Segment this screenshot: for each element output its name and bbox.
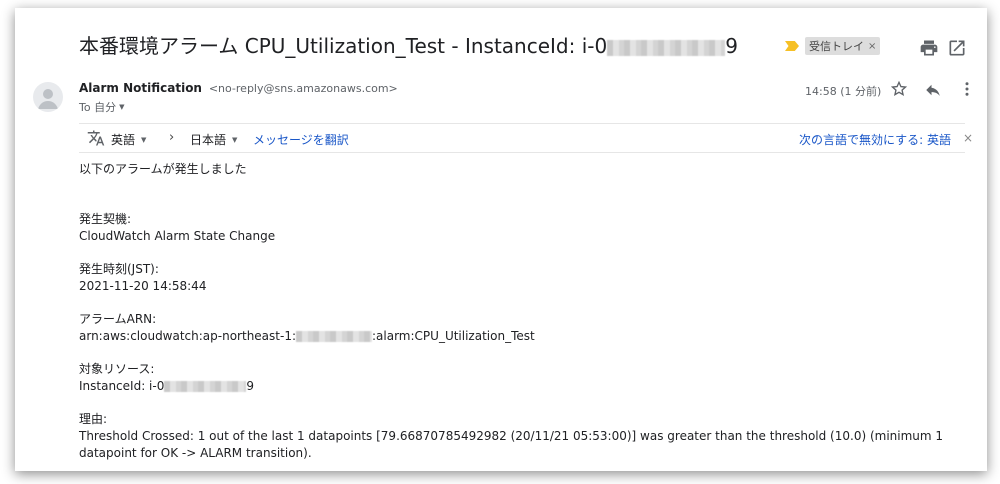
arn-label: アラームARN: xyxy=(79,312,157,326)
recipient-details-toggle[interactable]: To 自分 ▼ xyxy=(79,99,124,115)
trigger-value: CloudWatch Alarm State Change xyxy=(79,229,276,243)
body-intro: 以下のアラームが発生しました xyxy=(79,162,247,176)
sender-line: Alarm Notification <no-reply@sns.amazona… xyxy=(79,81,398,95)
open-in-new-window-icon[interactable] xyxy=(947,38,967,58)
translate-bar: 英語 ▼ › 日本語 ▼ メッセージを翻訳 次の言語で無効にする: 英語 × xyxy=(79,123,973,153)
trigger-label: 発生契機: xyxy=(79,212,132,226)
instance-suffix: 9 xyxy=(246,379,254,393)
email-window: 本番環境アラーム CPU_Utilization_Test - Instance… xyxy=(15,8,987,471)
inbox-label-chip[interactable]: 受信トレイ × xyxy=(805,37,881,55)
sender-avatar-icon xyxy=(33,82,63,112)
chevron-down-icon: ▼ xyxy=(141,135,147,144)
close-icon[interactable]: × xyxy=(963,131,973,145)
reply-icon[interactable] xyxy=(924,81,942,99)
email-body: 以下のアラームが発生しました 発生契機: CloudWatch Alarm St… xyxy=(79,161,959,462)
email-subject: 本番環境アラーム CPU_Utilization_Test - Instance… xyxy=(79,30,738,59)
reason-label: 理由: xyxy=(79,412,108,426)
label-area: 受信トレイ × xyxy=(785,37,881,55)
subject-suffix: 9 xyxy=(725,34,738,58)
target-language-label: 日本語 xyxy=(190,133,227,147)
translate-message-link[interactable]: メッセージを翻訳 xyxy=(253,131,349,148)
sender-email: <no-reply@sns.amazonaws.com> xyxy=(208,82,398,95)
recipient-text: To 自分 xyxy=(79,101,117,114)
important-marker-icon[interactable] xyxy=(785,41,799,51)
arn-prefix: arn:aws:cloudwatch:ap-northeast-1: xyxy=(79,329,296,343)
redacted-instance-id xyxy=(164,381,247,392)
remove-label-icon[interactable]: × xyxy=(868,41,876,52)
time-label: 発生時刻(JST): xyxy=(79,262,159,276)
instance-prefix: InstanceId: i-0 xyxy=(79,379,165,393)
source-language-label: 英語 xyxy=(111,133,136,147)
reason-value: Threshold Crossed: 1 out of the last 1 d… xyxy=(79,429,944,460)
arn-value: arn:aws:cloudwatch:ap-northeast-1: :alarm… xyxy=(79,328,959,345)
inbox-label-text: 受信トレイ xyxy=(809,40,864,53)
star-icon[interactable] xyxy=(890,80,908,98)
target-language-select[interactable]: 日本語 ▼ xyxy=(190,131,237,148)
chevron-down-icon: ▼ xyxy=(232,135,238,144)
instance-value: InstanceId: i-0 9 xyxy=(79,378,959,395)
subject-prefix: 本番環境アラーム CPU_Utilization_Test - Instance… xyxy=(79,34,608,58)
redacted-instance-id xyxy=(607,39,726,56)
more-vert-icon[interactable] xyxy=(961,80,973,98)
chevron-down-icon: ▼ xyxy=(119,103,125,111)
print-icon[interactable] xyxy=(919,38,939,58)
translate-icon xyxy=(87,130,105,146)
source-language-select[interactable]: 英語 ▼ xyxy=(111,131,146,148)
subject-row: 本番環境アラーム CPU_Utilization_Test - Instance… xyxy=(79,30,977,62)
chevron-right-icon: › xyxy=(169,130,175,145)
email-timestamp: 14:58 (1 分前) xyxy=(805,85,882,98)
arn-suffix: :alarm:CPU_Utilization_Test xyxy=(372,329,535,343)
time-value: 2021-11-20 14:58:44 xyxy=(79,279,207,293)
redacted-account-id xyxy=(296,331,372,342)
sender-name[interactable]: Alarm Notification xyxy=(79,81,202,95)
never-translate-link[interactable]: 次の言語で無効にする: 英語 xyxy=(799,131,951,148)
instance-label: 対象リソース: xyxy=(79,362,155,376)
